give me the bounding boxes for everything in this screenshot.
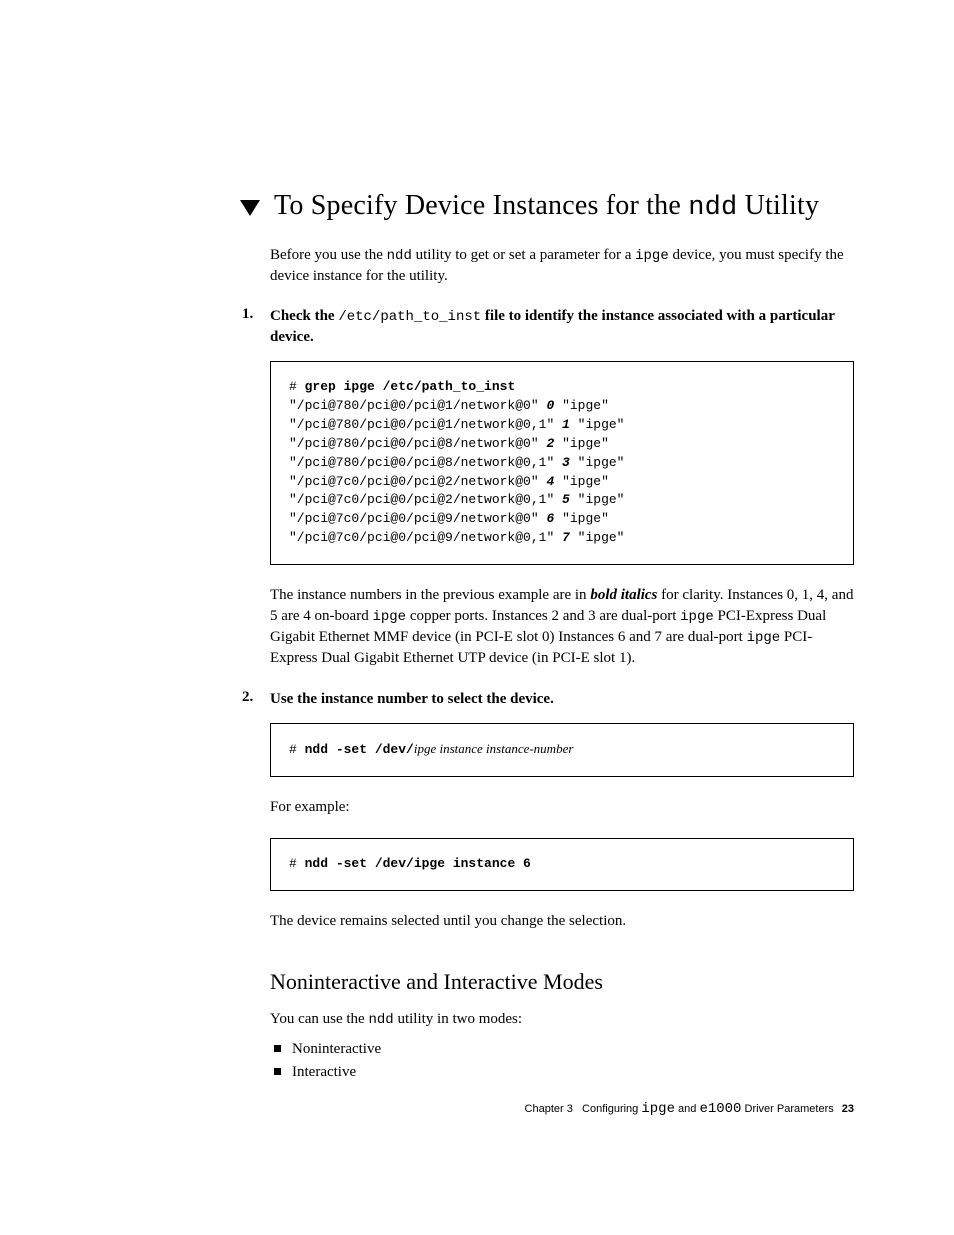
intro-paragraph: Before you use the ndd utility to get or…: [270, 245, 854, 286]
triangle-down-icon: [240, 200, 260, 216]
list-item: Interactive: [270, 1061, 854, 1084]
section-heading: To Specify Device Instances for the ndd …: [274, 190, 819, 223]
step-1-title: Check the /etc/path_to_inst file to iden…: [270, 306, 854, 347]
page-footer: Chapter 3 Configuring ipge and e1000 Dri…: [525, 1101, 854, 1117]
step-1: Check the /etc/path_to_inst file to iden…: [242, 306, 854, 669]
modes-list: Noninteractive Interactive: [270, 1038, 854, 1083]
heading-pre: To Specify Device Instances for the: [274, 190, 688, 221]
list-item: Noninteractive: [270, 1038, 854, 1061]
remains-paragraph: The device remains selected until you ch…: [270, 911, 854, 932]
explain-paragraph: The instance numbers in the previous exa…: [270, 585, 854, 669]
footer-chapter: Chapter 3: [525, 1103, 573, 1115]
page-number: 23: [842, 1103, 854, 1115]
step-2-title: Use the instance number to select the de…: [270, 689, 854, 709]
subsection-intro: You can use the ndd utility in two modes…: [270, 1011, 854, 1028]
steps-list: Check the /etc/path_to_inst file to iden…: [242, 306, 854, 1083]
for-example-label: For example:: [270, 797, 854, 818]
code-block-ndd-example: # ndd -set /dev/ipge instance 6: [270, 838, 854, 891]
subsection-heading: Noninteractive and Interactive Modes: [270, 969, 854, 995]
section-heading-row: To Specify Device Instances for the ndd …: [240, 190, 854, 223]
code-block-grep: # grep ipge /etc/path_to_inst "/pci@780/…: [270, 361, 854, 565]
code-block-ndd-template: # ndd -set /dev/ipge instance instance-n…: [270, 723, 854, 777]
heading-mono: ndd: [688, 193, 737, 223]
step-2: Use the instance number to select the de…: [242, 689, 854, 1083]
heading-post: Utility: [737, 190, 819, 221]
